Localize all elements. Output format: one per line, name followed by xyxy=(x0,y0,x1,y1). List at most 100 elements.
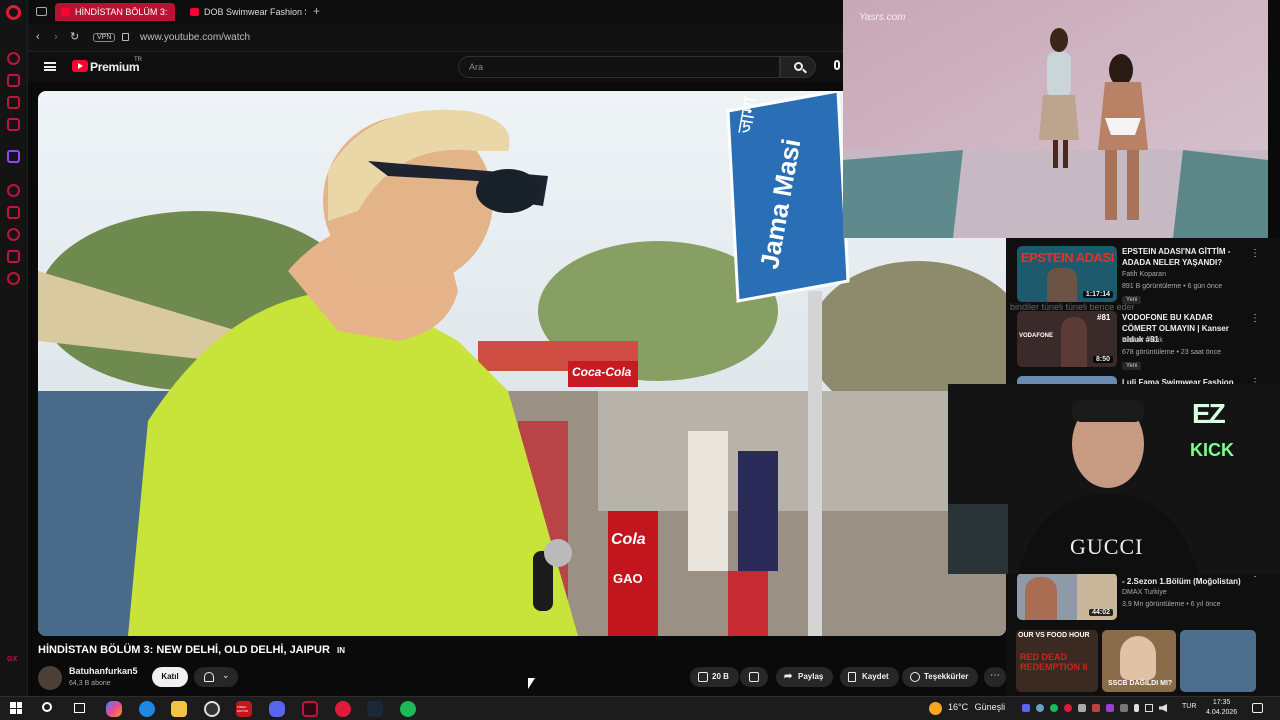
weather-widget[interactable]: 16°C Güneşli xyxy=(948,702,1005,712)
settings-gear-icon[interactable] xyxy=(7,272,20,285)
spotify-icon[interactable] xyxy=(400,701,416,717)
rec-thumbnail[interactable]: OUR VS FOOD HOUR RED DEAD REDEMPTION II xyxy=(1016,630,1098,692)
opera-logo-icon[interactable] xyxy=(6,5,21,20)
taskbar: VIDEO EDITOR 16°C Güneşli TUR 17:35 4.04… xyxy=(0,696,1280,720)
url-text[interactable]: www.youtube.com/watch xyxy=(140,32,250,43)
tray-app-icon[interactable] xyxy=(1120,704,1128,712)
opera-gx-icon[interactable] xyxy=(302,701,318,717)
youtube-header: Premium TR Ara xyxy=(28,52,848,82)
windows-start-icon[interactable] xyxy=(10,702,22,714)
rec-thumbnail[interactable] xyxy=(1180,630,1256,692)
reload-icon[interactable]: ↻ xyxy=(70,30,79,43)
tab-swimwear-fashion[interactable]: DOB Swimwear Fashion S xyxy=(184,3,306,21)
tab-label: HİNDİSTAN BÖLÜM 3: xyxy=(75,7,168,17)
rec-thumbnail[interactable]: SSCB DAĞILDI MI? xyxy=(1102,630,1176,692)
chevron-down-icon: ⌄ xyxy=(222,670,230,680)
more-vert-icon[interactable]: ⋮ xyxy=(1250,248,1260,259)
microphone-icon[interactable] xyxy=(834,60,840,70)
thanks-dollar-icon xyxy=(910,672,920,682)
notifications-icon[interactable] xyxy=(1252,703,1263,713)
lock-icon xyxy=(122,33,129,41)
tray-app-icon[interactable] xyxy=(1092,704,1100,712)
thanks-button[interactable]: Teşekkürler xyxy=(902,667,979,687)
volume-icon[interactable] xyxy=(1159,704,1167,712)
rival-icon[interactable] xyxy=(7,74,20,87)
aria-icon[interactable] xyxy=(7,52,20,65)
new-tab-plus-icon[interactable]: + xyxy=(313,4,320,18)
fashion-video-overlay[interactable]: Yasrs.com xyxy=(843,0,1268,238)
tray-opera-icon[interactable] xyxy=(1064,704,1072,712)
weather-sun-icon xyxy=(929,702,942,715)
rec-channel[interactable]: Fatih Koparan xyxy=(1122,271,1166,278)
browser-sidebar: GX xyxy=(0,0,28,696)
extensions-icon[interactable] xyxy=(7,250,20,263)
dislike-button[interactable] xyxy=(740,667,768,687)
tray-app-icon[interactable] xyxy=(1106,704,1114,712)
subscriber-count: 64,3 B abone xyxy=(69,680,111,687)
obs-icon[interactable] xyxy=(204,701,220,717)
vpn-badge[interactable]: VPN xyxy=(93,33,116,42)
join-button[interactable]: Katıl xyxy=(152,667,188,687)
tray-discord-icon[interactable] xyxy=(1022,704,1030,712)
share-arrow-icon: ➦ xyxy=(784,671,793,682)
rec-duration: 44:02 xyxy=(1089,609,1113,616)
network-icon[interactable] xyxy=(1145,704,1153,712)
rec-thumb-text: OUR VS FOOD HOUR xyxy=(1018,632,1090,639)
rec-duration: 1:17:14 xyxy=(1082,291,1113,298)
thumbs-down-icon xyxy=(749,672,759,682)
clock[interactable]: 17:35 4.04.2026 xyxy=(1206,698,1237,718)
tray-spotify-icon[interactable] xyxy=(1050,704,1058,712)
hamburger-menu-icon[interactable] xyxy=(44,62,56,71)
edge-icon[interactable] xyxy=(139,701,155,717)
more-actions-button[interactable]: ⋯ xyxy=(984,667,1006,687)
rec-channel[interactable]: DMAX Turkiye xyxy=(1122,589,1167,596)
share-button[interactable]: ➦ Paylaş xyxy=(776,667,834,687)
like-button[interactable]: 20 B xyxy=(690,667,739,687)
avatar[interactable] xyxy=(38,666,62,690)
discord-icon[interactable] xyxy=(269,701,285,717)
search-button[interactable] xyxy=(780,56,816,78)
shirt-text: GUCCI xyxy=(1070,534,1144,559)
tray-icons xyxy=(1022,704,1167,712)
messenger-icon[interactable] xyxy=(7,96,20,109)
task-view-icon[interactable] xyxy=(74,703,85,713)
notification-bell-button[interactable]: ⌄ xyxy=(194,667,238,687)
steam-icon[interactable] xyxy=(367,701,383,717)
youtube-logo-icon[interactable] xyxy=(72,60,88,72)
channel-name[interactable]: Batuhanfurkan5 xyxy=(69,666,138,676)
tab-overview-icon[interactable] xyxy=(36,7,47,16)
more-vert-icon[interactable]: ⋮ xyxy=(1250,313,1260,324)
player-icon[interactable] xyxy=(7,184,20,197)
rec-channel[interactable]: Kanser olduk xyxy=(1122,337,1163,344)
microphone-icon[interactable] xyxy=(1134,704,1139,712)
search-input[interactable]: Ara xyxy=(458,56,780,78)
rec-thumbnail[interactable]: VODAFONE #81 8:50 xyxy=(1017,311,1117,367)
rec-thumbnail[interactable]: EPSTEIN ADASI 1:17:14 xyxy=(1017,246,1117,302)
neon-kick-text: KICK xyxy=(1190,440,1234,460)
youtube-premium-text[interactable]: Premium xyxy=(90,60,140,74)
back-arrow-icon[interactable]: ‹ xyxy=(36,31,40,43)
search-icon[interactable] xyxy=(42,702,52,712)
bookmarks-icon[interactable] xyxy=(7,206,20,219)
instagram-icon[interactable] xyxy=(7,118,20,131)
opera-icon[interactable] xyxy=(335,701,351,717)
save-label: Kaydet xyxy=(862,672,889,681)
tray-app-icon[interactable] xyxy=(1078,704,1086,712)
copilot-icon[interactable] xyxy=(106,701,122,717)
save-button[interactable]: Kaydet xyxy=(840,667,899,687)
rec-thumbnail[interactable]: 44:02 xyxy=(1017,573,1117,620)
forward-arrow-icon[interactable]: › xyxy=(54,31,58,43)
twitch-icon[interactable] xyxy=(7,150,20,163)
region-code: TR xyxy=(134,57,142,63)
language-indicator[interactable]: TUR xyxy=(1182,703,1196,710)
rec-duration: 8:50 xyxy=(1092,356,1113,363)
video-editor-icon[interactable]: VIDEO EDITOR xyxy=(236,701,252,717)
address-bar: ‹ › ↻ VPN www.youtube.com/watch xyxy=(28,24,848,52)
tray-steam-icon[interactable] xyxy=(1036,704,1044,712)
tab-youtube-video[interactable]: HİNDİSTAN BÖLÜM 3: xyxy=(55,3,175,21)
rec-thumb-text: SSCB DAĞILDI MI? xyxy=(1108,680,1173,687)
history-icon[interactable] xyxy=(7,228,20,241)
file-explorer-icon[interactable] xyxy=(171,701,187,717)
rec-title[interactable]: - 2.Sezon 1.Bölüm (Moğolistan) xyxy=(1122,576,1248,587)
rec-title[interactable]: EPSTEIN ADASI'NA GİTTİM - ADADA NELER YA… xyxy=(1122,246,1248,268)
